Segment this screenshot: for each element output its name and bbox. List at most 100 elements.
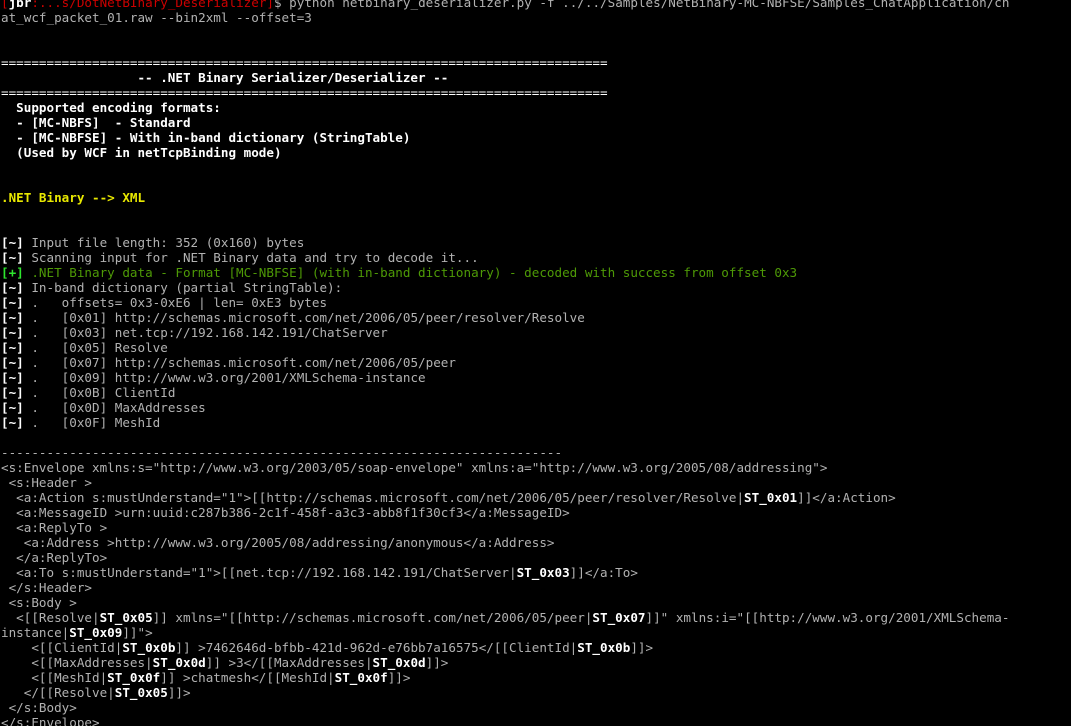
st-tag-3: [~] — [1, 355, 24, 370]
xml-text: <a:To s:mustUnderstand="1">[[net.tcp://1… — [1, 565, 517, 580]
prompt-path: ...s/DotNetBInary_Deserializer — [38, 0, 267, 10]
string-table-row: [~] . [0x05] Resolve — [0, 340, 1071, 355]
st-dot-2: . — [23, 340, 62, 355]
xml-text: instance| — [1, 625, 70, 640]
xml-line-maxaddresses: <[[MaxAddresses|ST_0x0d]] >3</[[MaxAddre… — [0, 655, 1071, 670]
status-offsets: [~] . offsets= 0x3-0xE6 | len= 0xE3 byte… — [0, 295, 1071, 310]
st-tag-5: [~] — [1, 385, 24, 400]
xml-line-action: <a:Action s:mustUnderstand="1">[[http://… — [0, 490, 1071, 505]
terminal-window[interactable]: [jbr:.../s/DotNetBInary_Deserializer]$ (… — [0, 0, 1071, 726]
stringtable-ref: ST_0x09 — [69, 625, 123, 640]
status-dictionary: [~] In-band dictionary (partial StringTa… — [0, 280, 1071, 295]
banner-title: -- .NET Binary Serializer/Deserializer -… — [0, 70, 1071, 85]
xml-line-clientid: <[[ClientId|ST_0x0b]] >7462646d-bfbb-421… — [0, 640, 1071, 655]
st-value-7: MeshId — [107, 415, 161, 430]
xml-text: ]]</a:To> — [569, 565, 638, 580]
xml-text: <[[MaxAddresses| — [1, 655, 153, 670]
xml-line-envelope-open: <s:Envelope xmlns:s="http://www.w3.org/2… — [0, 460, 1071, 475]
st-value-5: ClientId — [107, 385, 176, 400]
status-tag-success: [+] — [1, 265, 24, 280]
st-tag-2: [~] — [1, 340, 24, 355]
prompt-username: jbr — [8, 0, 32, 10]
xml-text: </s:Body> — [1, 700, 77, 715]
banner-info-line-2: - [MC-NBFSE] - With in-band dictionary (… — [0, 130, 1071, 145]
xml-line-resolve-open-wrap: instance|ST_0x09]]"> — [0, 625, 1071, 640]
section-title-text: .NET Binary --> XML — [1, 190, 146, 205]
xml-text: <a:MessageID >urn:uuid:c287b386-2c1f-458… — [1, 505, 570, 520]
xml-separator-top-text: ----------------------------------------… — [1, 445, 563, 460]
xml-text: ]]> — [425, 655, 449, 670]
string-table-row: [~] . [0x09] http://www.w3.org/2001/XMLS… — [0, 370, 1071, 385]
xml-text: <s:Envelope xmlns:s="http://www.w3.org/2… — [1, 460, 828, 475]
xml-text: </a:ReplyTo> — [1, 550, 108, 565]
status-tag-info-3: [~] — [1, 280, 24, 295]
xml-text: ]] >3</[[MaxAddresses| — [205, 655, 373, 670]
status-scanning-text: Scanning input for .NET Binary data and … — [23, 250, 479, 265]
command-prompt-line[interactable]: [jbr:...s/DotNetBInary_Deserializer]$ py… — [0, 0, 1071, 10]
xml-text: <a:Address >http://www.w3.org/2005/08/ad… — [1, 535, 555, 550]
st-index-2: [0x05] — [61, 340, 108, 355]
banner-info-line-1: - [MC-NBFS] - Standard — [0, 115, 1071, 130]
st-index-4: [0x09] — [61, 370, 108, 385]
st-index-1: [0x03] — [61, 325, 108, 340]
banner-rule-bottom: ========================================… — [0, 85, 1071, 100]
st-index-6: [0x0D] — [61, 400, 108, 415]
st-value-0: http://schemas.microsoft.com/net/2006/05… — [107, 310, 585, 325]
xml-text: <a:ReplyTo > — [1, 520, 108, 535]
xml-text: ]] xmlns="[[http://schemas.microsoft.com… — [152, 610, 593, 625]
xml-text: ]]</a:Action> — [797, 490, 896, 505]
status-success-text: .NET Binary data - Format [MC-NBFSE] (wi… — [23, 265, 798, 280]
st-index-7: [0x0F] — [61, 415, 108, 430]
st-tag-6: [~] — [1, 400, 24, 415]
st-dot-6: . — [23, 400, 62, 415]
banner-info-line-0: Supported encoding formats: — [0, 100, 1071, 115]
string-table-row: [~] . [0x0D] MaxAddresses — [0, 400, 1071, 415]
xml-text: <s:Header > — [1, 475, 92, 490]
st-index-3: [0x07] — [61, 355, 108, 370]
stringtable-ref: ST_0x03 — [516, 565, 570, 580]
xml-line-envelope-close: </s:Envelope> — [0, 715, 1071, 726]
prompt-bracket-open: [ — [1, 0, 9, 10]
st-index-0: [0x01] — [61, 310, 108, 325]
st-value-2: Resolve — [107, 340, 168, 355]
xml-line-header-open: <s:Header > — [0, 475, 1071, 490]
xml-text: ]]"> — [122, 625, 153, 640]
xml-line-replyto-close: </a:ReplyTo> — [0, 550, 1071, 565]
command-text[interactable]: python netbinary_deserializer.py -f ../.… — [282, 0, 1009, 10]
xml-text: ]] >chatmesh</[[MeshId| — [160, 670, 335, 685]
st-value-4: http://www.w3.org/2001/XMLSchema-instanc… — [107, 370, 426, 385]
status-success: [+] .NET Binary data - Format [MC-NBFSE]… — [0, 265, 1071, 280]
prompt-bracket-close: ] — [266, 0, 274, 10]
xml-line-meshid: <[[MeshId|ST_0x0f]] >chatmesh</[[MeshId|… — [0, 670, 1071, 685]
banner-rule-top-text: ========================================… — [1, 55, 608, 70]
xml-line-messageid: <a:MessageID >urn:uuid:c287b386-2c1f-458… — [0, 505, 1071, 520]
xml-text: </s:Header> — [1, 580, 92, 595]
xml-text: <s:Body > — [1, 595, 77, 610]
xml-text: <[[Resolve| — [1, 610, 100, 625]
stringtable-ref: ST_0x0b — [122, 640, 176, 655]
st-value-6: MaxAddresses — [107, 400, 206, 415]
xml-text: </s:Envelope> — [1, 715, 100, 726]
string-table-row: [~] . [0x01] http://schemas.microsoft.co… — [0, 310, 1071, 325]
status-input-length-text: Input file length: 352 (0x160) bytes — [23, 235, 305, 250]
stringtable-ref: ST_0x07 — [592, 610, 646, 625]
status-tag-info-4: [~] — [1, 295, 24, 310]
xml-text: ]]" xmlns:i="[[http://www.w3.org/2001/XM… — [645, 610, 1010, 625]
xml-line-body-open: <s:Body > — [0, 595, 1071, 610]
banner-rule-bottom-text: ========================================… — [1, 85, 608, 100]
st-dot-7: . — [23, 415, 62, 430]
command-wrap-line: at_wcf_packet_01.raw --bin2xml --offset=… — [0, 10, 1071, 25]
stringtable-ref: ST_0x05 — [99, 610, 153, 625]
xml-line-replyto-open: <a:ReplyTo > — [0, 520, 1071, 535]
xml-line-header-close: </s:Header> — [0, 580, 1071, 595]
status-offsets-text: . offsets= 0x3-0xE6 | len= 0xE3 bytes — [23, 295, 328, 310]
xml-text: ]]> — [630, 640, 654, 655]
banner-info-line-3: (Used by WCF in netTcpBinding mode) — [0, 145, 1071, 160]
